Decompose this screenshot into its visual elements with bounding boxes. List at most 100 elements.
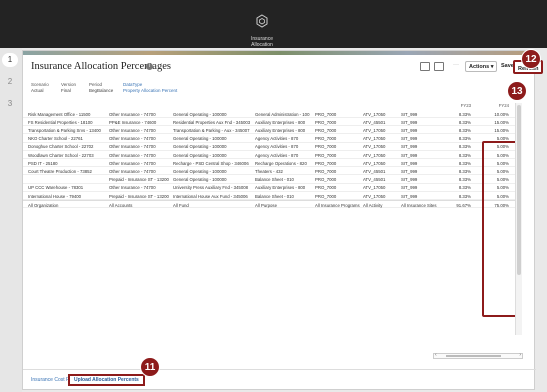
cell-program: PRO_7000 [315,177,337,183]
pov-scenario[interactable]: Scenario Actual [31,82,49,93]
cell-site: SIT_999 [401,177,418,183]
hscroll-thumb[interactable] [446,355,501,357]
cell-site: SIT_999 [401,127,418,133]
top-bar: Insurance Allocation [0,0,547,48]
cell-fy23[interactable]: 8.33% [441,128,471,133]
info-icon[interactable]: i [146,63,153,70]
tab-upload-allocation-percents[interactable]: Upload Allocation Percents [68,374,145,386]
cell-program: PRO_7000 [315,119,337,125]
table-row: UP CCC Warehouse - 78301 Other Insurance … [23,184,515,192]
cell-organization: Transportation & Parking Srvs - 13400 [28,127,101,133]
cell-fy23[interactable]: 8.33% [441,112,471,117]
pov-datatype[interactable]: DataType Property Allocation Percent [123,82,177,93]
cell-account: Other Insurance - 74700 [109,168,156,174]
cell-purpose: Auxiliary Enterprises - 800 [255,185,306,191]
column-header-fy23[interactable]: FY23 [441,103,471,108]
cell-program: PRO_7000 [315,160,337,166]
app-root: Insurance Allocation 1 2 3 Insurance All… [0,0,547,392]
actions-menu-button[interactable]: Actions ▾ [465,61,498,72]
cell-purpose: Theaters - 432 [255,168,283,174]
form-panel: Insurance Allocation Percentages i ··· A… [22,50,543,390]
cell-fy23[interactable]: 8.33% [441,144,471,149]
scroll-thumb[interactable] [517,105,521,275]
cell-site: SIT_999 [401,144,418,150]
table-row: Court Theatre Production - 73852 Other In… [23,167,515,176]
step-2[interactable]: 2 [2,75,18,89]
cell-fy23: 91.67% [456,202,471,208]
cell-fy23[interactable]: 8.33% [441,161,471,166]
cell-fund: General Operating - 100000 [173,144,227,150]
cell-fy23[interactable]: 8.33% [441,194,471,199]
cell-activity: ATV_17050 [363,185,386,191]
cell-fy24[interactable]: 15.00% [477,128,509,133]
cell-fund: General Operating - 100000 [173,168,227,174]
pov-period[interactable]: Period BegBalance [89,82,113,93]
cell-fund: University Press Auxiliary Fnd - 345008 [173,185,248,191]
table-row: Transportation & Parking Srvs - 13400 Oth… [23,126,515,135]
table-row: Donoghue Charter School - 22702 Other Ins… [23,143,515,151]
cell-fund: International House Aux Fund - 345006 [173,193,248,199]
cell-site: SIT_999 [401,160,418,166]
cell-program: PRO_7000 [315,193,337,199]
app-title-line2: Allocation [251,42,273,48]
cell-activity: ATV_45501 [363,177,386,183]
cell-organization: FS Residential Properties - 18100 [28,119,93,125]
cell-program: PRO_7000 [315,185,337,191]
cell-account: Other Insurance - 74700 [109,136,156,142]
cell-fy23[interactable]: 8.33% [441,169,471,174]
cell-program: All Insurance Programs [315,202,360,208]
cell-account: Prepaid - Insurance ST - 13200 [109,177,169,183]
cell-purpose: Auxiliary Enterprises - 800 [255,127,306,133]
cell-fy23[interactable]: 8.33% [441,120,471,125]
cell-activity: ATV_17050 [363,127,386,133]
cell-account: Other Insurance - 74700 [109,152,156,158]
cell-fund: General Operating - 100000 [173,152,227,158]
horizontal-scrollbar[interactable]: ‹ › [433,352,523,359]
step-1[interactable]: 1 [2,53,18,67]
cell-fy24[interactable]: 10.00% [477,112,509,117]
cell-fy24[interactable]: 15.00% [477,120,509,125]
cell-fund: General Operating - 100000 [173,111,227,117]
cell-account: Prepaid - Insurance ST - 13200 [109,193,169,199]
cell-organization: Donoghue Charter School - 22702 [28,144,94,150]
vertical-scrollbar[interactable] [515,103,522,335]
cell-organization: UP CCC Warehouse - 78301 [28,185,84,191]
edit-icon[interactable] [420,62,430,71]
cell-fund: All Fund [173,202,189,208]
scroll-left-icon[interactable]: ‹ [435,352,437,358]
cell-program: PRO_7000 [315,111,337,117]
column-header-fy24[interactable]: FY24 [477,103,509,108]
cell-program: PRO_7000 [315,168,337,174]
more-options-icon[interactable]: ··· [453,62,459,68]
cell-program: PRO_7000 [315,127,337,133]
grid-options-icon[interactable] [434,62,444,71]
cell-fy23[interactable]: 8.33% [441,153,471,158]
insurance-allocation-icon[interactable] [255,14,269,28]
scroll-right-icon[interactable]: › [519,352,521,358]
table-row: Prepaid - Insurance ST - 13200 General Op… [23,176,515,184]
step-gutter: 1 2 3 [0,48,22,392]
cell-site: SIT_999 [401,136,418,142]
cell-purpose: Agency Activities - 870 [255,152,299,158]
cell-purpose: Agency Activities - 870 [255,136,299,142]
cell-fy23[interactable]: 8.33% [441,136,471,141]
step-3[interactable]: 3 [2,97,18,111]
cell-account: Other Insurance - 74700 [109,127,156,133]
cell-organization: International House - 79400 [28,193,82,199]
cell-activity: All Activity [363,202,383,208]
cell-fy23[interactable]: 8.33% [441,185,471,190]
cell-fy23[interactable]: 8.33% [441,177,471,182]
cell-purpose: All Purpose [255,202,277,208]
cell-account: Other Insurance - 74700 [109,111,156,117]
table-row: PSD IT - 25180 Other Insurance - 74700 Rec… [23,159,515,168]
total-row: All Organization All Accounts All Fund All … [23,200,515,209]
grid-header-row: FY23 FY24 [23,101,515,109]
table-row: FS Residential Properties - 18100 PP&E In… [23,118,515,127]
decorative-strip [23,51,536,55]
pov-value: Final [61,87,71,93]
app-title: Insurance Allocation [230,36,294,48]
cell-activity: ATV_45501 [363,119,386,125]
pov-version[interactable]: Version Final [61,82,76,93]
cell-site: All Insurance Sites [401,202,437,208]
cell-site: SIT_999 [401,152,418,158]
